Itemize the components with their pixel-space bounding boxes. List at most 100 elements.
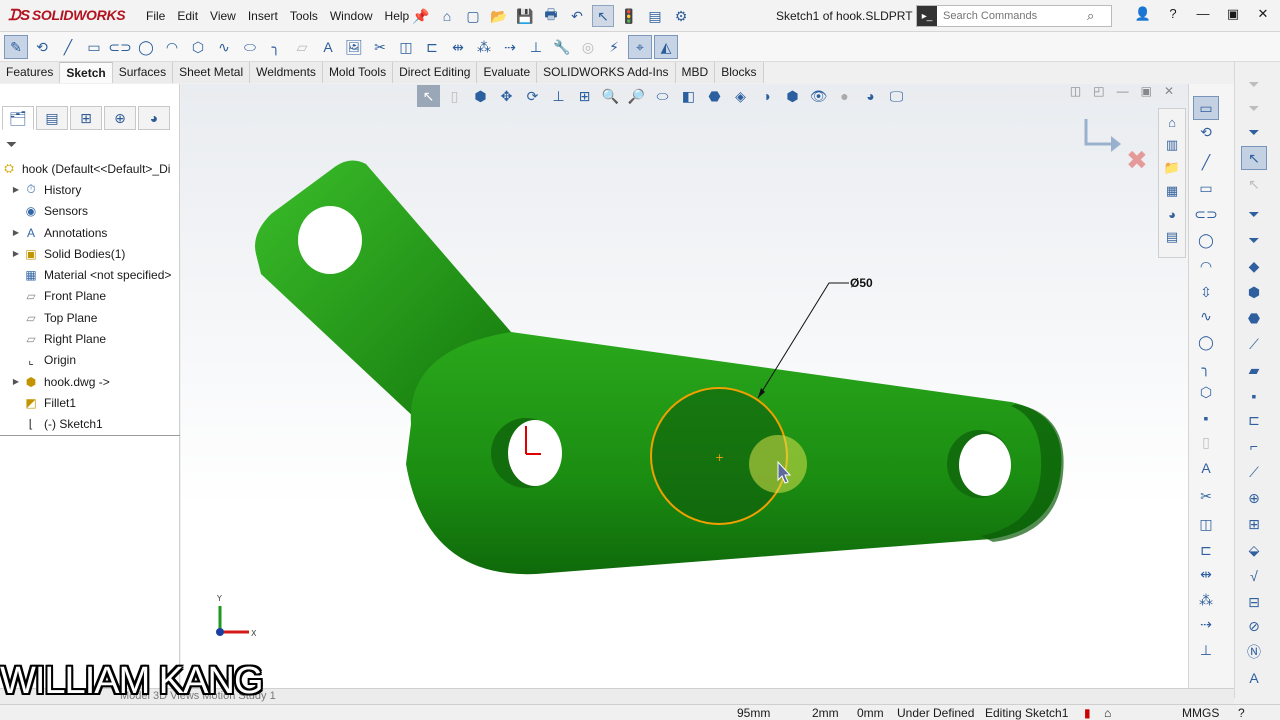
help-status-icon[interactable]: ? (1238, 706, 1245, 720)
select-other-icon[interactable]: ↖ (1241, 172, 1267, 196)
zoom-to-fit-icon[interactable]: ⬢ (469, 85, 492, 107)
fillet-icon[interactable]: ╮ (264, 35, 288, 59)
solidworks-resources-icon[interactable]: ⌂ (1161, 112, 1183, 132)
tab-sketch[interactable]: Sketch (60, 62, 113, 83)
close-viewport-icon[interactable]: ✕ (1164, 84, 1174, 98)
display-relations-icon[interactable]: ⊥ (1193, 638, 1219, 662)
pin-icon[interactable]: 📌 (410, 5, 432, 27)
filter-surface-finish-icon[interactable]: ⬙ (1241, 538, 1267, 562)
tab-solidworks-addins[interactable]: SOLIDWORKS Add-Ins (537, 62, 676, 83)
menu-insert[interactable]: Insert (248, 9, 278, 23)
sketch-icon[interactable]: ✎ (4, 35, 28, 59)
filter-icon[interactable]: ⏷ (1241, 72, 1267, 96)
spline-icon[interactable]: ∿ (1193, 304, 1219, 328)
solidworks-logo[interactable]: ᗪS SOLIDWORKS (8, 7, 126, 24)
tab-surfaces[interactable]: Surfaces (112, 62, 174, 83)
tree-item-fillet1[interactable]: ◩ Fillet1 (0, 392, 180, 413)
filter-vertices-icon[interactable]: ⏷ (1241, 96, 1267, 120)
filter-text-icon[interactable]: A (1241, 666, 1267, 690)
appearance-ball-icon[interactable]: ◕ (859, 85, 882, 107)
polygon-icon[interactable]: ⬡ (1193, 380, 1219, 404)
filter-sketch-points-icon[interactable]: ⊏ (1241, 408, 1267, 432)
feature-manager-tab-icon[interactable]: 🗂 (2, 106, 34, 130)
linear-pattern-icon[interactable]: ⁂ (472, 35, 496, 59)
menu-file[interactable]: File (146, 9, 165, 23)
tile-view-icon[interactable]: ◰ (1093, 84, 1104, 98)
offset-icon[interactable]: ⊏ (1193, 538, 1219, 562)
sketch-icon[interactable]: ▭ (1193, 96, 1219, 120)
filter-axes-icon[interactable]: ⟋ (1241, 332, 1267, 356)
rapid-sketch-icon[interactable]: ⚡ (602, 35, 626, 59)
filter-edges-icon[interactable]: ⏷ (1241, 120, 1267, 144)
save-icon[interactable]: 💾 (514, 5, 536, 27)
tree-item-history[interactable]: ▶ ⏱ History (0, 179, 180, 200)
eye-icon[interactable]: 👁 (807, 85, 830, 107)
custom-properties-icon[interactable]: ▤ (1161, 227, 1183, 247)
convert-entities-icon[interactable]: ◫ (1193, 512, 1219, 536)
restore-icon[interactable]: ▣ (1222, 6, 1244, 22)
search-icon[interactable]: ⌕ (1087, 8, 1094, 24)
new-document-icon[interactable]: ▢ (462, 5, 484, 27)
filter-dimensions-icon[interactable]: ⌐ (1241, 434, 1267, 458)
tree-item-material[interactable]: ▦ Material <not specified> (0, 264, 180, 285)
slot-icon[interactable]: ⊂⊃ (108, 35, 132, 59)
menu-help[interactable]: Help (385, 9, 410, 23)
tab-evaluate[interactable]: Evaluate (477, 62, 538, 83)
menu-edit[interactable]: Edit (177, 9, 198, 23)
tree-item-top-plane[interactable]: ▱ Top Plane (0, 307, 180, 328)
unit-system[interactable]: MMGS (1182, 706, 1219, 720)
circle-icon[interactable]: ◯ (1193, 228, 1219, 252)
split-view-icon[interactable]: ◫ (1070, 84, 1081, 98)
menu-window[interactable]: Window (330, 9, 373, 23)
filter-planes-icon[interactable]: ▰ (1241, 358, 1267, 382)
display-relations-icon[interactable]: ⊥ (524, 35, 548, 59)
dimxpert-manager-tab-icon[interactable]: ⊕ (104, 106, 136, 130)
expand-arrow-icon[interactable]: ▶ (10, 185, 22, 194)
tab-sheet-metal[interactable]: Sheet Metal (173, 62, 251, 83)
tab-weldments[interactable]: Weldments (250, 62, 323, 83)
trim-icon[interactable]: ✂ (368, 35, 392, 59)
help-icon[interactable]: ? (1162, 6, 1184, 22)
filter-datum-icon[interactable]: ⊕ (1241, 486, 1267, 510)
arc-icon[interactable]: ◠ (1193, 254, 1219, 278)
edit-appearance-icon[interactable]: ◑ (755, 85, 778, 107)
rebuild-status-icon[interactable]: ▮ (1084, 706, 1091, 720)
text-icon[interactable]: A (1193, 456, 1219, 480)
filter-weld-icon[interactable]: √ (1241, 564, 1267, 588)
trim-icon[interactable]: ✂ (1193, 484, 1219, 508)
ellipse-icon[interactable]: ◯ (1193, 330, 1219, 354)
move-entities-icon[interactable]: ⇢ (498, 35, 522, 59)
view-palette-icon[interactable]: ▦ (1161, 181, 1183, 201)
filter-gtol-icon[interactable]: ⊞ (1241, 512, 1267, 536)
print-icon[interactable]: 🖶 (540, 5, 562, 27)
filter-icon[interactable]: ⏷ (6, 136, 17, 153)
property-manager-tab-icon[interactable]: ▤ (36, 106, 68, 130)
arm-hole[interactable] (298, 206, 362, 274)
tree-item-solid-bodies[interactable]: ▶ ▣ Solid Bodies(1) (0, 243, 180, 264)
pan-icon[interactable]: ✥ (495, 85, 518, 107)
graphics-area[interactable]: + Ø50 Y X ✖ ↖ ▯ ⬢ ✥ ⟳ ⊥ ⊞ 🔍 🔎 ⬭ ◧ ⬣ ◈ ◑ (181, 84, 1188, 688)
menu-view[interactable]: View (210, 9, 236, 23)
polygon-icon[interactable]: ⬡ (186, 35, 210, 59)
hide-show-items-icon[interactable]: ◈ (729, 85, 752, 107)
zoom-to-area-icon[interactable]: 🔎 (625, 85, 648, 107)
tree-root-part[interactable]: ⛭ hook (Default<<Default>_Di (0, 158, 180, 179)
expand-arrow-icon[interactable]: ▶ (10, 228, 22, 237)
home-icon[interactable]: ⌂ (436, 5, 458, 27)
tree-item-hook-dwg[interactable]: ▶ ⬢ hook.dwg -> (0, 371, 180, 392)
filter-datum-targets-icon[interactable]: ⊟ (1241, 590, 1267, 614)
smart-dimension-icon[interactable]: ⟲ (30, 35, 54, 59)
filter-notes-icon[interactable]: ⟋ (1241, 460, 1267, 484)
file-explorer-icon[interactable]: 📁 (1161, 158, 1183, 178)
rotate-icon[interactable]: ⟳ (521, 85, 544, 107)
sketch-picture-icon[interactable]: 🖼 (342, 35, 366, 59)
appearances-icon[interactable]: ◕ (1161, 204, 1183, 224)
rectangle-icon[interactable]: ▭ (1193, 176, 1219, 200)
rectangle-icon[interactable]: ▭ (82, 35, 106, 59)
tab-mold-tools[interactable]: Mold Tools (322, 62, 394, 83)
point-icon[interactable]: ▪ (1193, 406, 1219, 430)
close-icon[interactable]: ✕ (1252, 6, 1274, 22)
scene-icon[interactable]: ● (833, 85, 856, 107)
expand-arrow-icon[interactable]: ▶ (10, 377, 22, 386)
tree-item-sketch1[interactable]: ⌊ (-) Sketch1 (0, 414, 180, 435)
